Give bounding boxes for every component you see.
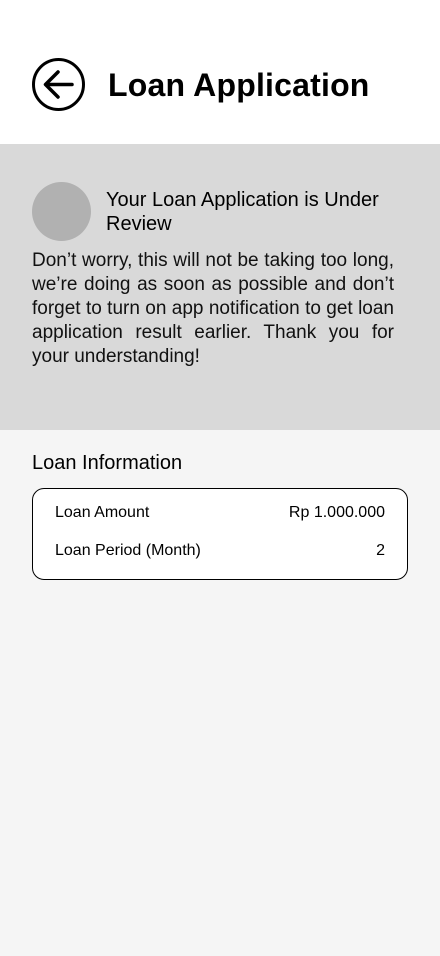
loan-period-row: Loan Period (Month) 2 xyxy=(55,541,385,561)
loan-period-label: Loan Period (Month) xyxy=(55,542,201,559)
loan-information-heading: Loan Information xyxy=(32,452,183,474)
review-title: Your Loan Application is Under Review xyxy=(106,189,379,235)
back-button[interactable] xyxy=(32,58,85,111)
loan-period-value: 2 xyxy=(376,542,385,559)
loan-amount-value: Rp 1.000.000 xyxy=(288,504,385,521)
loan-application-screen: Loan Application Your Loan Application i… xyxy=(0,0,440,956)
loan-information-card: Loan Amount Rp 1.000.000 Loan Period (Mo… xyxy=(32,488,408,580)
loan-amount-label: Loan Amount xyxy=(55,504,150,521)
header: Loan Application xyxy=(0,0,440,144)
review-status-banner: Your Loan Application is Under Review Do… xyxy=(0,144,440,430)
status-avatar xyxy=(32,182,91,241)
loan-amount-row: Loan Amount Rp 1.000.000 xyxy=(55,503,385,523)
page-title: Loan Application xyxy=(108,67,370,103)
arrow-left-icon xyxy=(43,70,74,99)
review-message: Don’t worry, this will not be taking too… xyxy=(32,250,394,367)
